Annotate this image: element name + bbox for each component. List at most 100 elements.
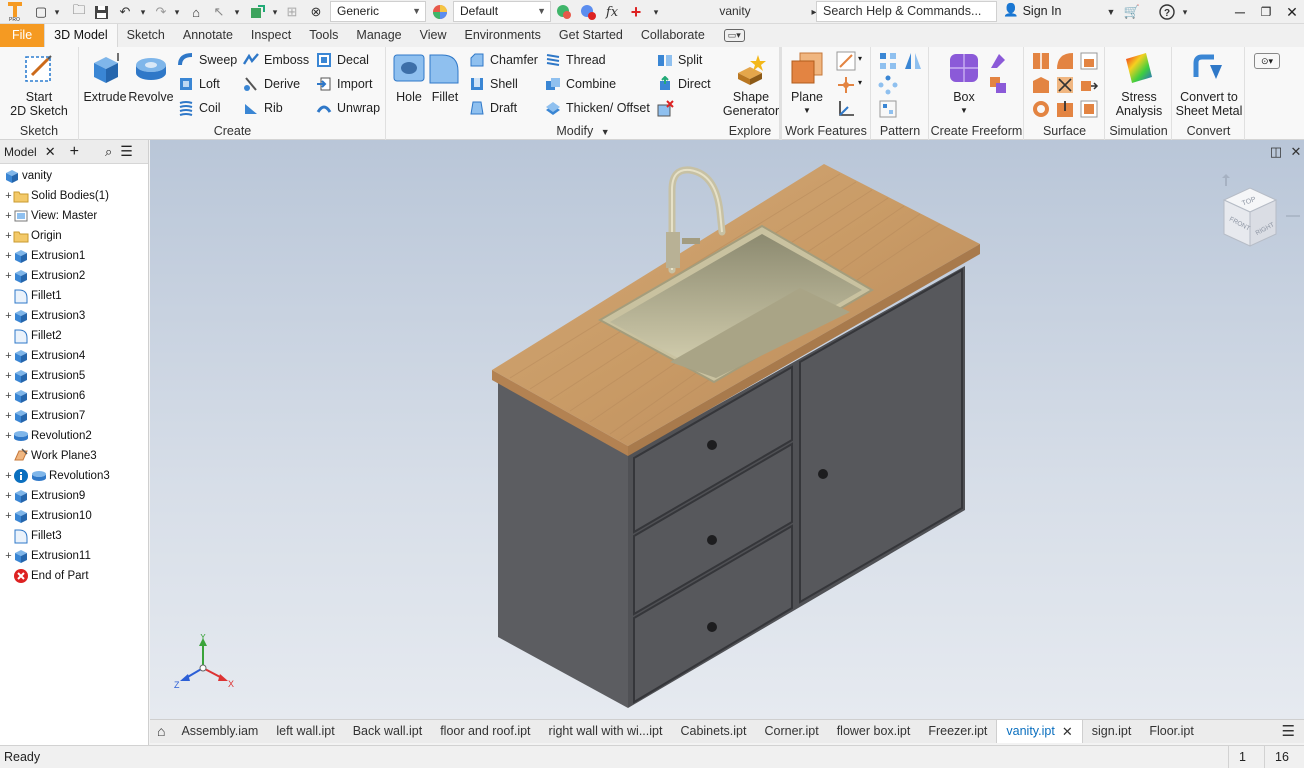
browser-node[interactable]: Fillet3 <box>0 526 148 546</box>
expand-icon[interactable]: + <box>4 210 13 222</box>
help-icon[interactable]: ? <box>1158 3 1176 21</box>
graphics-viewport[interactable]: ◫ ✕ TOP FRONT RIGHT Y X Z <box>150 140 1304 719</box>
appearance-select[interactable]: Default ▼ <box>453 1 551 22</box>
update-icon[interactable] <box>248 3 266 21</box>
patch-icon[interactable] <box>1055 51 1075 71</box>
browser-node[interactable]: + Extrusion4 <box>0 346 148 366</box>
browser-node[interactable]: + Extrusion11 <box>0 546 148 566</box>
close-browser-icon[interactable]: ✕ <box>45 144 56 160</box>
ucs-icon[interactable] <box>836 99 856 119</box>
expand-icon[interactable]: + <box>4 490 13 502</box>
expand-icon[interactable]: + <box>4 510 13 522</box>
parameters-icon[interactable]: fx <box>603 3 621 21</box>
replace-face-icon[interactable] <box>1031 99 1051 119</box>
tab-collaborate[interactable]: Collaborate <box>632 24 714 47</box>
expand-icon[interactable]: + <box>4 350 13 362</box>
tab-inspect[interactable]: Inspect <box>242 24 300 47</box>
start-sketch-button[interactable]: Start 2D Sketch <box>8 51 70 118</box>
browser-node[interactable]: Work Plane3 <box>0 446 148 466</box>
adjust-appearance-icon[interactable] <box>555 3 573 21</box>
cart-icon[interactable]: 🛒 <box>1123 3 1141 21</box>
shell-button[interactable]: Shell <box>469 73 518 95</box>
browser-node[interactable]: + Revolution3 <box>0 466 148 486</box>
chevron-down-icon[interactable]: ▾ <box>858 78 862 87</box>
expand-icon[interactable]: + <box>4 250 13 262</box>
trim-icon[interactable] <box>1055 75 1075 95</box>
draft-button[interactable]: Draft <box>469 97 517 119</box>
chamfer-button[interactable]: Chamfer <box>469 49 538 71</box>
search-input[interactable]: Search Help & Commands... <box>816 1 997 22</box>
expand-icon[interactable]: + <box>4 310 13 322</box>
expand-icon[interactable]: + <box>4 190 13 202</box>
doc-tab[interactable]: floor and roof.ipt <box>431 720 539 743</box>
doc-tab-active[interactable]: vanity.ipt ✕ <box>996 720 1083 743</box>
expand-icon[interactable]: + <box>4 370 13 382</box>
vanity-model[interactable] <box>150 140 1304 719</box>
tab-get-started[interactable]: Get Started <box>550 24 632 47</box>
tab-3d-model[interactable]: 3D Model <box>44 24 118 47</box>
circular-pattern-icon[interactable] <box>878 75 898 95</box>
extend-icon[interactable] <box>1079 75 1099 95</box>
loft-button[interactable]: Loft <box>178 73 220 95</box>
material-color-icon[interactable] <box>431 3 449 21</box>
doc-tab[interactable]: Back wall.ipt <box>344 720 431 743</box>
clear-appearance-icon[interactable] <box>579 3 597 21</box>
browser-node[interactable]: + Extrusion1 <box>0 246 148 266</box>
browser-node[interactable]: vanity <box>0 166 148 186</box>
ribbon-options-dropdown[interactable]: ⊙▾ <box>1254 53 1280 69</box>
doc-tab[interactable]: left wall.ipt <box>267 720 343 743</box>
rib-button[interactable]: Rib <box>243 97 283 119</box>
import-button[interactable]: Import <box>316 73 372 95</box>
expand-icon[interactable]: + <box>4 470 13 482</box>
browser-node[interactable]: + Revolution2 <box>0 426 148 446</box>
measure-icon[interactable]: ⊞ <box>283 3 301 21</box>
rectangular-pattern-icon[interactable] <box>878 51 898 71</box>
doc-tab[interactable]: right wall with wi...ipt <box>540 720 672 743</box>
browser-node[interactable]: + View: Master <box>0 206 148 226</box>
convert-to-freeform-icon[interactable] <box>988 75 1008 95</box>
direct-button[interactable]: Direct <box>657 73 711 95</box>
browser-node[interactable]: Fillet2 <box>0 326 148 346</box>
customize-dropdown-icon[interactable]: ▾ <box>647 3 665 21</box>
decal-button[interactable]: Decal <box>316 49 369 71</box>
browser-node[interactable]: + Extrusion3 <box>0 306 148 326</box>
revolve-button[interactable]: Revolve <box>128 51 174 104</box>
browser-node[interactable]: + Extrusion10 <box>0 506 148 526</box>
undo-dropdown-icon[interactable]: ▾ <box>134 3 152 21</box>
expand-icon[interactable]: + <box>4 550 13 562</box>
expand-icon[interactable]: + <box>4 430 13 442</box>
open-folder-icon[interactable]: 🗀 <box>70 2 88 21</box>
doc-tab[interactable]: Assembly.iam <box>172 720 267 743</box>
account-dropdown-icon[interactable]: ▼ <box>1102 3 1120 21</box>
undo-icon[interactable]: ↶ <box>116 3 134 21</box>
new-dropdown-icon[interactable]: ▾ <box>48 3 66 21</box>
close-tab-icon[interactable]: ✕ <box>1062 720 1073 743</box>
browser-node[interactable]: Fillet1 <box>0 286 148 306</box>
browser-node[interactable]: End of Part <box>0 566 148 586</box>
doc-tab[interactable]: Cabinets.ipt <box>671 720 755 743</box>
ribbon-display-toggle[interactable]: ▭▾ <box>723 24 745 47</box>
material-select[interactable]: Generic ▼ <box>330 1 426 22</box>
save-icon[interactable] <box>92 3 110 21</box>
tab-tools[interactable]: Tools <box>300 24 347 47</box>
split-button[interactable]: Split <box>657 49 702 71</box>
doc-tab[interactable]: sign.ipt <box>1083 720 1141 743</box>
restore-icon[interactable]: ❐ <box>1254 2 1278 22</box>
menu-icon[interactable]: ☰ <box>120 143 133 160</box>
tab-sketch[interactable]: Sketch <box>118 24 174 47</box>
stitch-icon[interactable] <box>1031 51 1051 71</box>
home-tab-icon[interactable]: ⌂ <box>150 720 172 743</box>
select-dropdown-icon[interactable]: ▾ <box>228 3 246 21</box>
thicken-offset-button[interactable]: Thicken/ Offset <box>545 97 650 119</box>
tab-view[interactable]: View <box>411 24 456 47</box>
browser-node[interactable]: + Origin <box>0 226 148 246</box>
tab-file[interactable]: File <box>0 24 45 47</box>
tab-environments[interactable]: Environments <box>455 24 549 47</box>
hole-button[interactable]: Hole <box>391 51 427 104</box>
emboss-button[interactable]: Emboss <box>243 49 309 71</box>
convert-sheet-metal-button[interactable]: Convert to Sheet Metal <box>1175 51 1243 118</box>
boundary-patch-icon[interactable] <box>1031 75 1051 95</box>
shape-generator-button[interactable]: Shape Generator <box>722 51 780 118</box>
derive-button[interactable]: Derive <box>243 73 300 95</box>
tab-annotate[interactable]: Annotate <box>174 24 242 47</box>
